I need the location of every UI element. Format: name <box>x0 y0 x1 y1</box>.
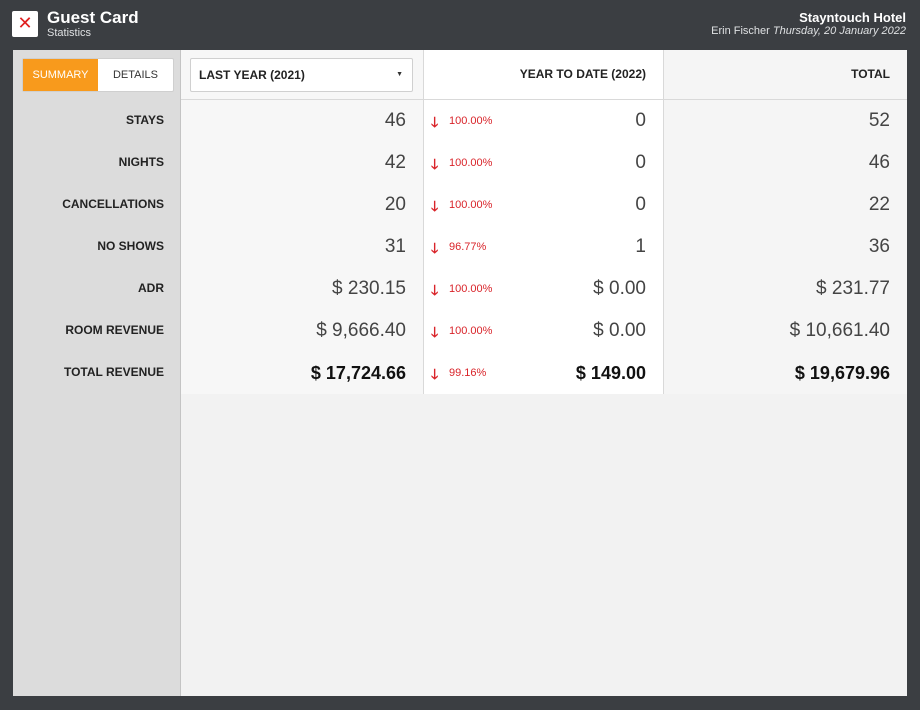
last-year-cell: $ 17,724.66 <box>181 352 423 394</box>
ytd-value: $ 0.00 <box>593 320 646 341</box>
hotel-name: Stayntouch Hotel <box>799 10 906 25</box>
change-percent: 100.00% <box>449 115 493 127</box>
row-label-cell: ADR <box>13 268 181 310</box>
arrow-down-icon: 🡓 <box>431 241 439 257</box>
arrow-down-icon: 🡓 <box>431 115 439 131</box>
ytd-cell: 🡓 100.00% 0 <box>423 184 663 226</box>
table-row: ADR $ 230.15 🡓 100.00% $ 0.00 $ 231.77 <box>13 268 907 310</box>
change-percent: 100.00% <box>449 283 493 295</box>
current-date: Thursday, 20 January 2022 <box>772 25 906 37</box>
row-label-cell: CANCELLATIONS <box>13 184 181 226</box>
last-year-value: $ 230.15 <box>332 278 406 299</box>
total-value: $ 19,679.96 <box>794 363 890 383</box>
table-row: CANCELLATIONS 20 🡓 100.00% 0 22 <box>13 184 907 226</box>
ytd-value: 1 <box>635 236 646 257</box>
total-cell: 46 <box>663 142 907 184</box>
row-label: NO SHOWS <box>97 239 164 253</box>
total-cell: $ 19,679.96 <box>663 352 907 394</box>
ytd-value: 0 <box>635 152 646 173</box>
row-label-cell: TOTAL REVENUE <box>13 352 181 394</box>
row-label-cell: NIGHTS <box>13 142 181 184</box>
caret-down-icon: ▼ <box>396 71 403 78</box>
ytd-cell: 🡓 100.00% 0 <box>423 142 663 184</box>
total-value: 22 <box>868 194 890 215</box>
period-select-value: LAST YEAR (2021) <box>199 68 305 82</box>
row-label: ADR <box>138 281 164 295</box>
row-label-cell: STAYS <box>13 100 181 142</box>
table-row: NO SHOWS 31 🡓 96.77% 1 36 <box>13 226 907 268</box>
row-label: CANCELLATIONS <box>62 197 164 211</box>
ytd-header: YEAR TO DATE (2022) <box>423 50 663 100</box>
ytd-cell: 🡓 100.00% $ 0.00 <box>423 310 663 352</box>
total-value: 36 <box>868 236 890 257</box>
last-year-cell: $ 9,666.40 <box>181 310 423 352</box>
table-row: NIGHTS 42 🡓 100.00% 0 46 <box>13 142 907 184</box>
change-percent: 99.16% <box>449 367 487 379</box>
last-year-value: $ 17,724.66 <box>310 363 406 383</box>
row-label: NIGHTS <box>118 155 164 169</box>
row-label: TOTAL REVENUE <box>63 365 164 379</box>
total-cell: 22 <box>663 184 907 226</box>
arrow-down-icon: 🡓 <box>431 367 439 383</box>
close-button[interactable]: ✕ <box>12 11 38 37</box>
total-value: 52 <box>868 110 890 131</box>
change-percent: 100.00% <box>449 157 493 169</box>
user-date-line: Erin Fischer Thursday, 20 January 2022 <box>711 25 906 37</box>
last-year-cell: $ 230.15 <box>181 268 423 310</box>
last-year-value: 42 <box>384 152 406 173</box>
change-percent: 100.00% <box>449 199 493 211</box>
last-year-value: 20 <box>384 194 406 215</box>
ytd-value: $ 0.00 <box>593 278 646 299</box>
row-label: STAYS <box>125 113 164 127</box>
table-row: STAYS 46 🡓 100.00% 0 52 <box>13 100 907 142</box>
arrow-down-icon: 🡓 <box>431 325 439 341</box>
last-year-header: LAST YEAR (2021) ▼ <box>181 50 423 100</box>
page-subtitle: Statistics <box>47 27 92 39</box>
last-year-cell: 42 <box>181 142 423 184</box>
view-toggle: SUMMARY DETAILS <box>22 58 174 92</box>
total-cell: $ 231.77 <box>663 268 907 310</box>
ytd-value: 0 <box>635 194 646 215</box>
table-row: TOTAL REVENUE $ 17,724.66 🡓 99.16% $ 149.00 $… <box>13 352 907 394</box>
close-icon: ✕ <box>17 13 33 34</box>
total-value: 46 <box>868 152 890 173</box>
arrow-down-icon: 🡓 <box>431 199 439 215</box>
arrow-down-icon: 🡓 <box>431 283 439 299</box>
change-percent: 100.00% <box>449 325 493 337</box>
ytd-cell: 🡓 100.00% 0 <box>423 100 663 142</box>
row-label: ROOM REVENUE <box>65 323 164 337</box>
total-value: $ 10,661.40 <box>789 320 890 341</box>
page-title: Guest Card <box>47 8 139 27</box>
arrow-down-icon: 🡓 <box>431 157 439 173</box>
total-header: TOTAL <box>663 50 907 100</box>
ytd-cell: 🡓 100.00% $ 0.00 <box>423 268 663 310</box>
ytd-value: $ 149.00 <box>575 363 646 383</box>
last-year-cell: 31 <box>181 226 423 268</box>
change-percent: 96.77% <box>449 241 487 253</box>
total-value: $ 231.77 <box>816 278 890 299</box>
last-year-cell: 46 <box>181 100 423 142</box>
last-year-cell: 20 <box>181 184 423 226</box>
statistics-panel: SUMMARY DETAILS LAST YEAR (2021) ▼ YEAR … <box>13 50 907 696</box>
user-name: Erin Fischer <box>711 25 770 37</box>
ytd-cell: 🡓 96.77% 1 <box>423 226 663 268</box>
row-label-cell: NO SHOWS <box>13 226 181 268</box>
last-year-value: 31 <box>384 236 406 257</box>
ytd-cell: 🡓 99.16% $ 149.00 <box>423 352 663 394</box>
ytd-header-label: YEAR TO DATE (2022) <box>519 67 646 81</box>
row-label-cell: ROOM REVENUE <box>13 310 181 352</box>
summary-tab[interactable]: SUMMARY <box>23 59 98 91</box>
last-year-value: $ 9,666.40 <box>316 320 406 341</box>
details-tab[interactable]: DETAILS <box>98 59 173 91</box>
table-row: ROOM REVENUE $ 9,666.40 🡓 100.00% $ 0.00 $ 10… <box>13 310 907 352</box>
last-year-value: 46 <box>384 110 406 131</box>
total-header-label: TOTAL <box>851 67 890 81</box>
total-cell: 36 <box>663 226 907 268</box>
period-select[interactable]: LAST YEAR (2021) ▼ <box>190 58 413 92</box>
total-cell: $ 10,661.40 <box>663 310 907 352</box>
ytd-value: 0 <box>635 110 646 131</box>
total-cell: 52 <box>663 100 907 142</box>
